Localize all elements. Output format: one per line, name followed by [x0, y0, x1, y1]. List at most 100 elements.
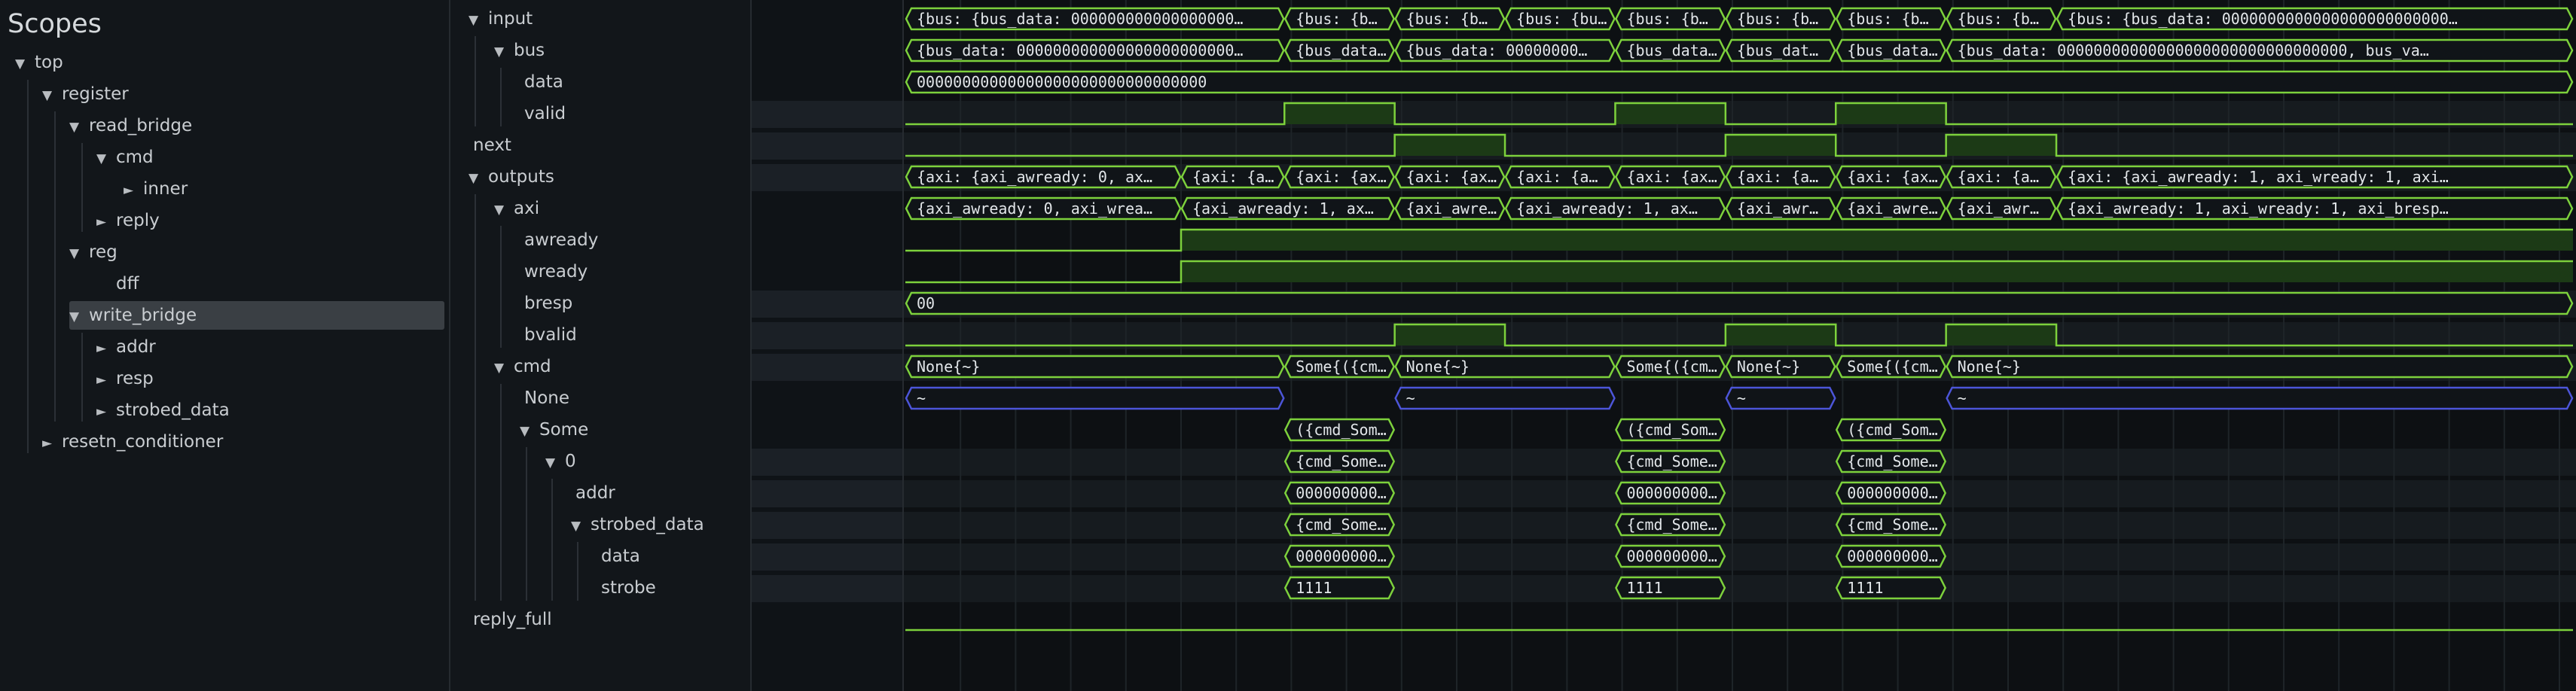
bus-value-label: ~	[1737, 389, 1746, 407]
signal-label: bvalid	[524, 325, 577, 345]
bus-value-label: {axi: {a…	[1737, 168, 1818, 186]
scope-item-strobed-data[interactable]: ► strobed_data	[96, 396, 230, 425]
expanded-arrow-icon[interactable]: ▼	[520, 417, 539, 446]
expanded-arrow-icon[interactable]: ▼	[545, 449, 565, 477]
signal-label: reply_full	[473, 610, 552, 629]
value-cell	[752, 575, 902, 602]
row-band	[904, 543, 2576, 571]
signal-item-reply-full[interactable]: reply_full	[469, 605, 552, 634]
signal-item-wready[interactable]: wready	[520, 257, 588, 286]
signal-item-data[interactable]: data	[520, 68, 563, 96]
bus-value-label: None{~}	[1737, 358, 1800, 376]
scope-item-register[interactable]: ▼ register	[42, 80, 129, 108]
collapsed-arrow-icon[interactable]: ►	[96, 366, 116, 394]
bus-value-label: {bus_data…	[1847, 41, 1937, 59]
expanded-arrow-icon[interactable]: ▼	[469, 164, 488, 193]
bus-value-label: Some{({cm…	[1847, 358, 1937, 376]
collapsed-arrow-icon[interactable]: ►	[124, 176, 143, 205]
bus-value-label: {bus: {bus_data: 000000000000000000…	[917, 10, 1243, 28]
scope-item-resp[interactable]: ► resp	[96, 364, 154, 393]
scope-item-label: read_bridge	[89, 116, 193, 135]
collapsed-arrow-icon[interactable]: ►	[42, 429, 62, 458]
bus-value-label: {bus: {b…	[1847, 10, 1928, 28]
waveform-canvas[interactable]: {bus: {bus_data: 000000000000000000… {bus…	[904, 0, 2576, 691]
expanded-arrow-icon[interactable]: ▼	[469, 6, 488, 35]
signal-item-strobe[interactable]: strobe	[597, 574, 656, 602]
scope-item-reply[interactable]: ► reply	[96, 206, 160, 235]
signal-item-input[interactable]: ▼ input	[469, 5, 533, 33]
collapsed-arrow-icon[interactable]: ►	[96, 334, 116, 363]
expanded-arrow-icon[interactable]: ▼	[42, 81, 62, 110]
expanded-arrow-icon[interactable]: ▼	[15, 50, 35, 78]
expanded-arrow-icon[interactable]: ▼	[494, 196, 514, 224]
signal-item-bresp[interactable]: bresp	[520, 289, 572, 318]
bus-value-label: ~	[1406, 389, 1415, 407]
scope-item-addr[interactable]: ► addr	[96, 333, 156, 361]
bus-value-label: {bus_data: 00000000000000000000000000000…	[1958, 41, 2429, 59]
collapsed-arrow-icon[interactable]: ►	[96, 208, 116, 236]
bus-value-label: 000000000…	[1847, 484, 1937, 502]
signal-item-bvalid[interactable]: bvalid	[520, 321, 577, 349]
expanded-arrow-icon[interactable]: ▼	[494, 38, 514, 66]
signal-item-addr[interactable]: addr	[571, 479, 615, 507]
signal-item-None[interactable]: None	[520, 384, 569, 412]
expanded-arrow-icon[interactable]: ▼	[69, 239, 89, 268]
signal-item-next[interactable]: next	[469, 131, 511, 160]
signal-label: bus	[514, 41, 545, 60]
expanded-arrow-icon[interactable]: ▼	[571, 512, 591, 540]
scope-item-dff[interactable]: dff	[96, 269, 139, 298]
row-band	[904, 512, 2576, 539]
signal-item-Some[interactable]: ▼ Some	[520, 416, 588, 444]
bit-high-fill	[1946, 135, 2057, 156]
expanded-arrow-icon[interactable]: ▼	[69, 303, 89, 331]
scope-item-write-bridge[interactable]: ▼ write_bridge	[69, 301, 444, 330]
scope-item-cmd[interactable]: ▼ cmd	[96, 143, 154, 172]
scope-item-top[interactable]: ▼ top	[15, 48, 63, 77]
signal-values-panel	[752, 0, 904, 691]
value-cell	[752, 543, 902, 571]
waveform-viewer[interactable]: {bus: {bus_data: 000000000000000000… {bus…	[904, 0, 2576, 691]
signal-item-cmd[interactable]: ▼ cmd	[494, 352, 551, 381]
expanded-arrow-icon[interactable]: ▼	[494, 354, 514, 382]
signal-item-outputs[interactable]: ▼ outputs	[469, 163, 554, 191]
bus-value-label: {axi: {axi_awready: 0, ax…	[917, 168, 1152, 186]
signal-item-awready[interactable]: awready	[520, 226, 598, 254]
expanded-arrow-icon[interactable]: ▼	[69, 113, 89, 142]
signal-guide-line	[500, 226, 502, 348]
scope-item-resetn-conditioner[interactable]: ► resetn_conditioner	[42, 428, 223, 456]
tree-guide-line	[27, 80, 29, 453]
scope-item-read-bridge[interactable]: ▼ read_bridge	[69, 111, 192, 140]
bus-value-label: {axi_awready: 1, ax…	[1516, 199, 1698, 218]
scopes-title: Scopes	[8, 9, 102, 39]
signal-guide-line	[551, 479, 553, 601]
bus-value-label: {axi_awready: 0, axi_wrea…	[917, 199, 1152, 218]
bit-high-fill	[1181, 230, 2573, 251]
collapsed-arrow-icon[interactable]: ►	[96, 397, 116, 426]
signal-label: strobed_data	[591, 515, 704, 534]
bus-value-label: {cmd_Some…	[1296, 452, 1386, 470]
bus-segment	[905, 291, 2574, 315]
scope-item-inner[interactable]: ► inner	[124, 175, 188, 203]
value-cell	[752, 291, 902, 318]
scope-item-label: register	[62, 84, 129, 104]
bus-value-label: {bus: {b…	[1406, 10, 1488, 28]
signal-item-strobed-data[interactable]: ▼ strobed_data	[571, 510, 704, 539]
signal-item-valid[interactable]: valid	[520, 99, 566, 128]
bus-value-label: None{~}	[917, 358, 980, 376]
signal-item-axi[interactable]: ▼ axi	[494, 194, 539, 223]
signal-item-0[interactable]: ▼ 0	[545, 447, 576, 476]
signal-label: data	[524, 72, 563, 92]
signal-item-data[interactable]: data	[597, 542, 640, 571]
tree-guide-line	[81, 143, 83, 232]
scope-item-reg[interactable]: ▼ reg	[69, 238, 118, 266]
row-band	[904, 449, 2576, 476]
signal-item-bus[interactable]: ▼ bus	[494, 36, 545, 65]
value-cell	[752, 449, 902, 476]
signal-guide-line	[475, 36, 476, 126]
signal-label: valid	[524, 104, 566, 123]
bus-value-label: {cmd_Some…	[1847, 516, 1937, 534]
value-cell	[752, 480, 902, 507]
signal-label: next	[473, 135, 511, 155]
expanded-arrow-icon[interactable]: ▼	[96, 145, 116, 173]
signal-label: bresp	[524, 294, 573, 313]
